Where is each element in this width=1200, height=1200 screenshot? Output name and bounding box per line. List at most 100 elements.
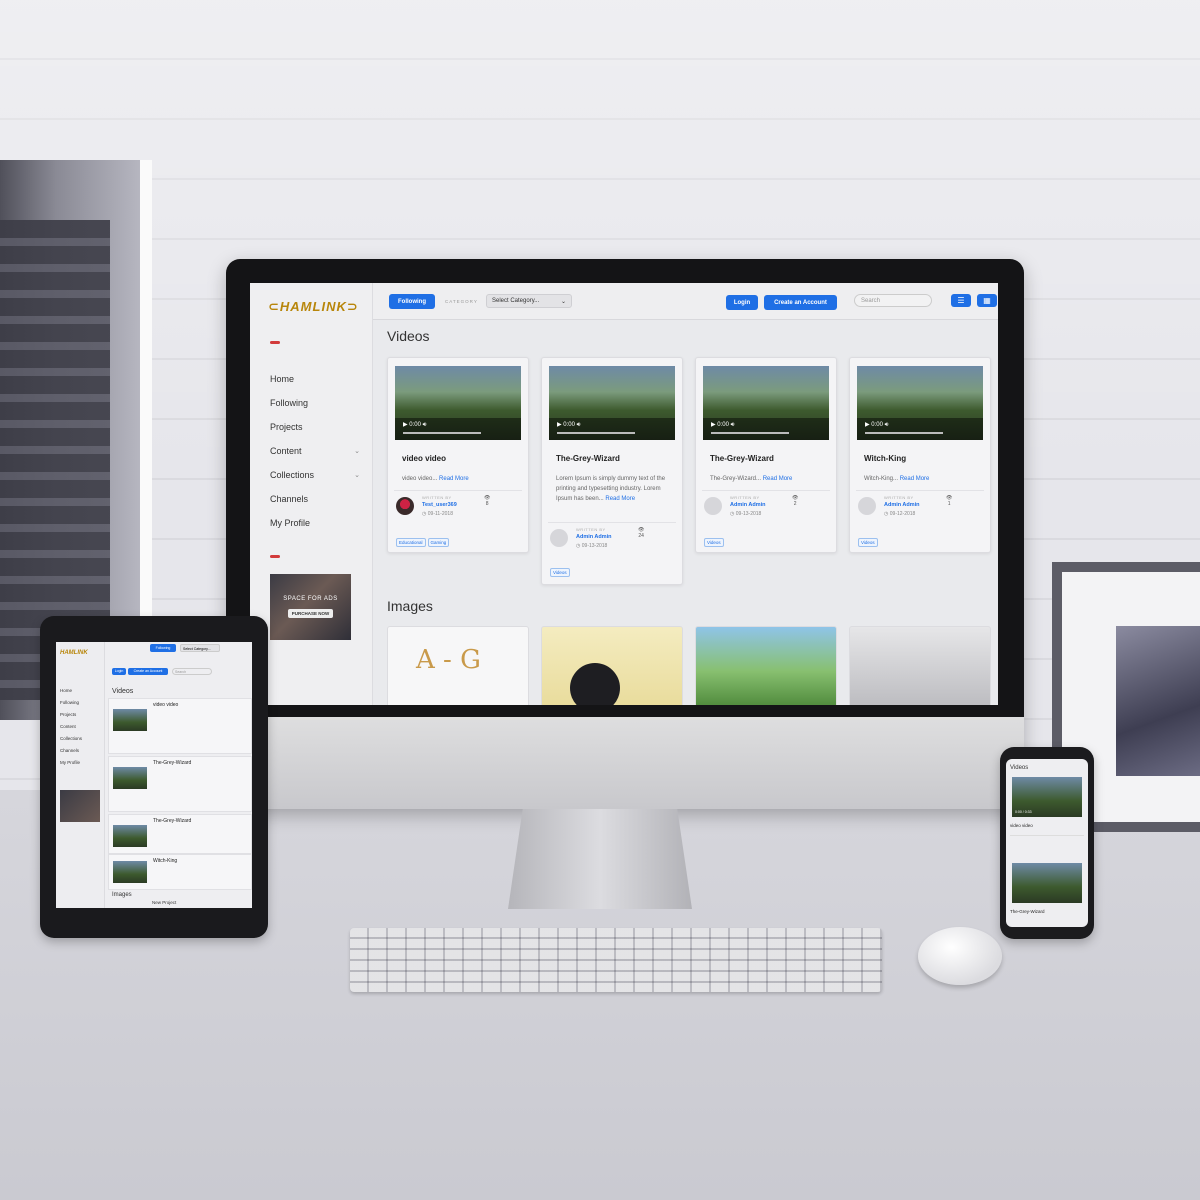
avatar[interactable] bbox=[858, 497, 876, 515]
video-title[interactable]: The-Grey-Wizard bbox=[710, 454, 774, 463]
video-thumbnail[interactable] bbox=[113, 709, 147, 731]
author-link[interactable]: Admin Admin bbox=[576, 534, 612, 540]
following-button[interactable]: Following bbox=[389, 294, 435, 309]
video-player[interactable]: ▶ 0:00 🔊︎ bbox=[857, 366, 983, 440]
sidebar-item-projects[interactable]: Projects bbox=[270, 415, 360, 439]
volume-icon[interactable]: 🔊︎ bbox=[885, 422, 889, 428]
video-title[interactable]: video video bbox=[402, 454, 446, 463]
images-section-title: Images bbox=[387, 598, 433, 614]
video-progress[interactable] bbox=[557, 432, 635, 434]
sidebar-item-my-profile[interactable]: My Profile bbox=[56, 760, 104, 772]
read-more-link[interactable]: Read More bbox=[900, 476, 930, 482]
video-title[interactable]: The-Grey-Wizard bbox=[153, 818, 191, 824]
read-more-link[interactable]: Read More bbox=[439, 476, 469, 482]
hamlink-logo[interactable]: HAMLINK bbox=[56, 642, 104, 666]
new-project-label[interactable]: New Project bbox=[152, 900, 176, 905]
video-progress[interactable] bbox=[403, 432, 481, 434]
video-title[interactable]: Witch-King bbox=[153, 858, 177, 864]
play-icon[interactable]: ▶ bbox=[557, 422, 562, 428]
login-button[interactable]: Login bbox=[112, 668, 126, 675]
sidebar-item-projects[interactable]: Projects bbox=[56, 712, 104, 724]
video-title[interactable]: Witch-King bbox=[864, 454, 906, 463]
ad-purchase-button[interactable]: PURCHASE NOW bbox=[287, 609, 334, 618]
tag-badge[interactable]: Videos bbox=[858, 538, 878, 547]
category-select[interactable]: Select Category... ⌄ bbox=[486, 294, 572, 308]
sidebar-item-home[interactable]: Home bbox=[56, 688, 104, 700]
video-progress[interactable] bbox=[865, 432, 943, 434]
video-progress[interactable] bbox=[711, 432, 789, 434]
video-title[interactable]: The-Grey-Wizard bbox=[153, 760, 191, 766]
category-label: CATEGORY bbox=[445, 299, 478, 304]
play-icon[interactable]: ▶ bbox=[403, 422, 408, 428]
list-view-icon[interactable]: ☰ bbox=[951, 294, 971, 307]
video-player[interactable]: ▶ 0:00 🔊︎ bbox=[549, 366, 675, 440]
video-card[interactable]: ▶ 0:00 🔊︎ The-Grey-Wizard Lorem Ipsum is… bbox=[541, 357, 683, 585]
search-input[interactable]: Search bbox=[172, 668, 212, 675]
search-input[interactable]: Search bbox=[854, 294, 932, 307]
sidebar-item-channels[interactable]: Channels bbox=[270, 487, 360, 511]
read-more-link[interactable]: Read More bbox=[605, 496, 635, 502]
video-row[interactable]: Witch-King bbox=[108, 854, 252, 890]
sidebar-item-content[interactable]: Content ⌄ bbox=[270, 439, 360, 463]
tag-badge[interactable]: Educational bbox=[396, 538, 426, 547]
video-row[interactable]: The-Grey-Wizard bbox=[108, 814, 252, 854]
video-thumbnail[interactable] bbox=[113, 825, 147, 847]
sidebar-item-home[interactable]: Home bbox=[270, 367, 360, 391]
sidebar-item-channels[interactable]: Channels bbox=[56, 748, 104, 760]
video-card[interactable]: ▶ 0:00 🔊︎ The-Grey-Wizard The-Grey-Wizar… bbox=[695, 357, 837, 553]
author-link[interactable]: Admin Admin bbox=[730, 502, 766, 508]
volume-icon[interactable]: 🔊︎ bbox=[731, 422, 735, 428]
video-player[interactable]: ▶ 0:00 🔊︎ bbox=[703, 366, 829, 440]
tag-badge[interactable]: Videos bbox=[704, 538, 724, 547]
grid-view-icon[interactable]: ▦ bbox=[977, 294, 997, 307]
video-title[interactable]: video video bbox=[1010, 823, 1033, 828]
video-time: 0:00 / 0:33 bbox=[1015, 810, 1032, 814]
video-player[interactable]: ▶ 0:00 🔊︎ bbox=[395, 366, 521, 440]
red-marker bbox=[270, 341, 280, 344]
read-more-link[interactable]: Read More bbox=[763, 476, 793, 482]
hamlink-logo[interactable]: ⊂HAMLINK⊃ bbox=[268, 299, 359, 315]
video-thumbnail[interactable] bbox=[113, 767, 147, 789]
video-player[interactable] bbox=[1012, 863, 1082, 903]
category-select[interactable]: Select Category... bbox=[180, 644, 220, 652]
sidebar-item-following[interactable]: Following bbox=[56, 700, 104, 712]
avatar[interactable] bbox=[550, 529, 568, 547]
volume-icon[interactable]: 🔊︎ bbox=[577, 422, 581, 428]
video-row[interactable]: The-Grey-Wizard bbox=[108, 756, 252, 812]
video-row[interactable]: video video bbox=[108, 698, 252, 754]
ad-banner[interactable]: SPACE FOR ADS PURCHASE NOW bbox=[270, 574, 351, 640]
tag-badge[interactable]: Gaming bbox=[427, 538, 450, 547]
sidebar-item-collections[interactable]: Collections ⌄ bbox=[270, 463, 360, 487]
create-account-button[interactable]: Create an Account bbox=[764, 295, 837, 310]
video-title[interactable]: The-Grey-Wizard bbox=[1010, 909, 1045, 914]
sidebar-item-following[interactable]: Following bbox=[270, 391, 360, 415]
author-link[interactable]: Test_user369 bbox=[422, 502, 457, 508]
author-link[interactable]: Admin Admin bbox=[884, 502, 920, 508]
desktop-monitor: ⊂HAMLINK⊃ Home Following Projects Conten… bbox=[226, 259, 1024, 809]
video-player[interactable]: 0:00 / 0:33 bbox=[1012, 777, 1082, 817]
video-meta bbox=[1010, 835, 1084, 850]
sidebar-item-my-profile[interactable]: My Profile bbox=[270, 511, 360, 535]
video-time: 0:00 bbox=[871, 422, 883, 428]
image-card[interactable] bbox=[541, 626, 683, 705]
image-card[interactable]: A - G bbox=[387, 626, 529, 705]
tag-badge[interactable]: Videos bbox=[550, 568, 570, 577]
ad-banner[interactable] bbox=[60, 790, 100, 822]
following-button[interactable]: Following bbox=[150, 644, 176, 652]
volume-icon[interactable]: 🔊︎ bbox=[423, 422, 427, 428]
video-title[interactable]: The-Grey-Wizard bbox=[556, 454, 620, 463]
sidebar-item-collections[interactable]: Collections bbox=[56, 736, 104, 748]
image-card[interactable] bbox=[695, 626, 837, 705]
video-card[interactable]: ▶ 0:00 🔊︎ Witch-King Witch-King... Read … bbox=[849, 357, 991, 553]
avatar[interactable] bbox=[704, 497, 722, 515]
login-button[interactable]: Login bbox=[726, 295, 758, 310]
sidebar-item-content[interactable]: Content bbox=[56, 724, 104, 736]
create-account-button[interactable]: Create an Account bbox=[128, 668, 168, 675]
video-thumbnail[interactable] bbox=[113, 861, 147, 883]
play-icon[interactable]: ▶ bbox=[711, 422, 716, 428]
video-title[interactable]: video video bbox=[153, 702, 178, 708]
image-card[interactable] bbox=[849, 626, 991, 705]
play-icon[interactable]: ▶ bbox=[865, 422, 870, 428]
video-card[interactable]: ▶ 0:00 🔊︎ video video video video... Rea… bbox=[387, 357, 529, 553]
avatar[interactable] bbox=[396, 497, 414, 515]
